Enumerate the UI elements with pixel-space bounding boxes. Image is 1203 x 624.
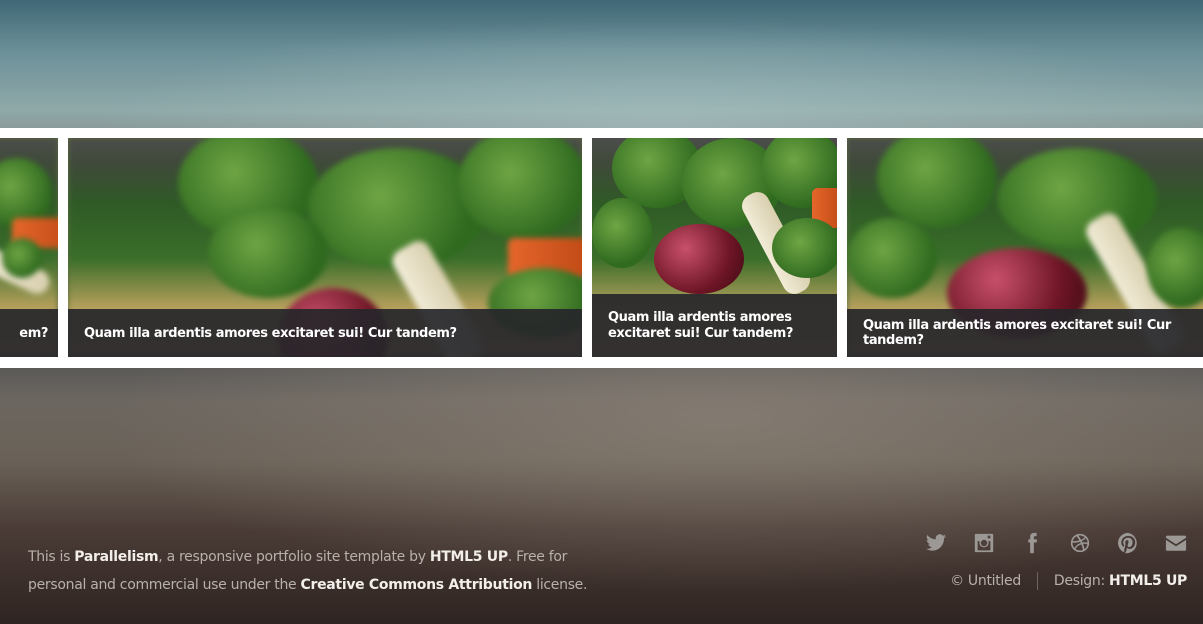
reel-item[interactable]: em? <box>0 138 58 357</box>
design-label: Design: <box>1053 573 1110 589</box>
twitter-icon[interactable] <box>925 532 947 554</box>
reel-item-caption: Quam illa ardentis amores excitaret sui!… <box>847 309 1203 357</box>
design-link[interactable]: HTML5 UP <box>1109 573 1187 589</box>
reel-item-caption: Quam illa ardentis amores excitaret sui!… <box>68 309 582 357</box>
dribbble-icon[interactable] <box>1069 532 1091 554</box>
thumbnail-reel: em? Quam illa ardentis amores excitaret … <box>0 128 1203 368</box>
credits-divider <box>1036 572 1038 590</box>
pinterest-icon[interactable] <box>1117 532 1139 554</box>
facebook-icon[interactable] <box>1021 532 1043 554</box>
footer-text-prefix: This is <box>28 549 75 565</box>
footer-copyright-text: This is Parallelism, a responsive portfo… <box>28 543 628 599</box>
footer-text-mid: , a responsive portfolio site template b… <box>158 549 430 565</box>
author-link[interactable]: HTML5 UP <box>430 549 508 565</box>
license-link[interactable]: Creative Commons Attribution <box>301 577 533 593</box>
instagram-icon[interactable] <box>973 532 995 554</box>
footer-text-suffix: license. <box>532 577 588 593</box>
reel-item[interactable]: Quam illa ardentis amores excitaret sui!… <box>592 138 837 357</box>
reel-item[interactable]: Quam illa ardentis amores excitaret sui!… <box>68 138 582 357</box>
reel-item-caption: em? <box>0 309 58 357</box>
envelope-icon[interactable] <box>1165 532 1187 554</box>
background-top <box>0 0 1203 130</box>
reel-item[interactable]: Quam illa ardentis amores excitaret sui!… <box>847 138 1203 357</box>
social-icons <box>925 532 1187 554</box>
design-credit: Design: HTML5 UP <box>1054 573 1187 589</box>
reel-item-caption: Quam illa ardentis amores excitaret sui!… <box>592 294 837 357</box>
footer-credits: © Untitled Design: HTML5 UP <box>950 572 1187 590</box>
copyright: © Untitled <box>950 573 1021 589</box>
site-name: Parallelism <box>74 549 159 565</box>
